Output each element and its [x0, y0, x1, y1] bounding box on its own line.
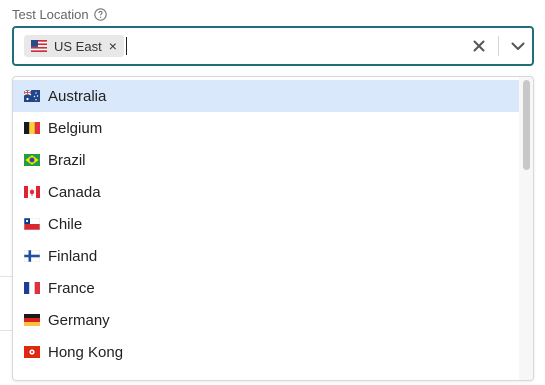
indicator-separator — [498, 36, 499, 56]
field-label: Test Location — [12, 7, 89, 22]
br-flag-icon — [24, 154, 40, 166]
chip-remove-close-icon[interactable]: × — [109, 39, 117, 53]
search-input[interactable] — [127, 32, 457, 60]
option-list: Australia Belgium Brazil Canada Chile Fi… — [13, 80, 519, 368]
option-label: Canada — [48, 183, 101, 201]
selected-chip-label: US East — [54, 38, 102, 54]
dropdown-menu: Australia Belgium Brazil Canada Chile Fi… — [12, 76, 534, 381]
question-circle-icon[interactable] — [93, 8, 107, 21]
ca-flag-icon — [24, 186, 40, 198]
de-flag-icon — [24, 314, 40, 326]
fi-flag-icon — [24, 250, 40, 262]
option-label: Australia — [48, 87, 107, 105]
option-germany[interactable]: Germany — [13, 304, 519, 336]
option-finland[interactable]: Finland — [13, 240, 519, 272]
option-belgium[interactable]: Belgium — [13, 112, 519, 144]
cl-flag-icon — [24, 218, 40, 230]
option-label: France — [48, 279, 95, 297]
option-label: Chile — [48, 215, 83, 233]
option-france[interactable]: France — [13, 272, 519, 304]
option-canada[interactable]: Canada — [13, 176, 519, 208]
option-label: Hong Kong — [48, 343, 124, 361]
option-brazil[interactable]: Brazil — [13, 144, 519, 176]
text-caret — [126, 37, 127, 55]
au-flag-icon — [24, 90, 40, 102]
clear-icon[interactable] — [469, 36, 489, 56]
scrollbar-thumb[interactable] — [523, 80, 530, 170]
chevron-down-icon[interactable] — [508, 36, 528, 56]
background-divider — [0, 276, 12, 277]
option-label: Finland — [48, 247, 98, 265]
option-chile[interactable]: Chile — [13, 208, 519, 240]
hk-flag-icon — [24, 346, 40, 358]
be-flag-icon — [24, 122, 40, 134]
option-label: Belgium — [48, 119, 103, 137]
us-flag-icon — [31, 40, 47, 52]
option-label: Germany — [48, 311, 110, 329]
option-australia[interactable]: Australia — [13, 80, 519, 112]
option-hong-kong[interactable]: Hong Kong — [13, 336, 519, 368]
field-label-row: Test Location — [12, 7, 107, 22]
fr-flag-icon — [24, 282, 40, 294]
background-divider — [0, 330, 12, 331]
menu-scrollbar[interactable] — [519, 77, 533, 380]
location-select[interactable]: US East × — [12, 26, 534, 66]
selected-chip: US East × — [24, 35, 124, 57]
option-label: Brazil — [48, 151, 86, 169]
